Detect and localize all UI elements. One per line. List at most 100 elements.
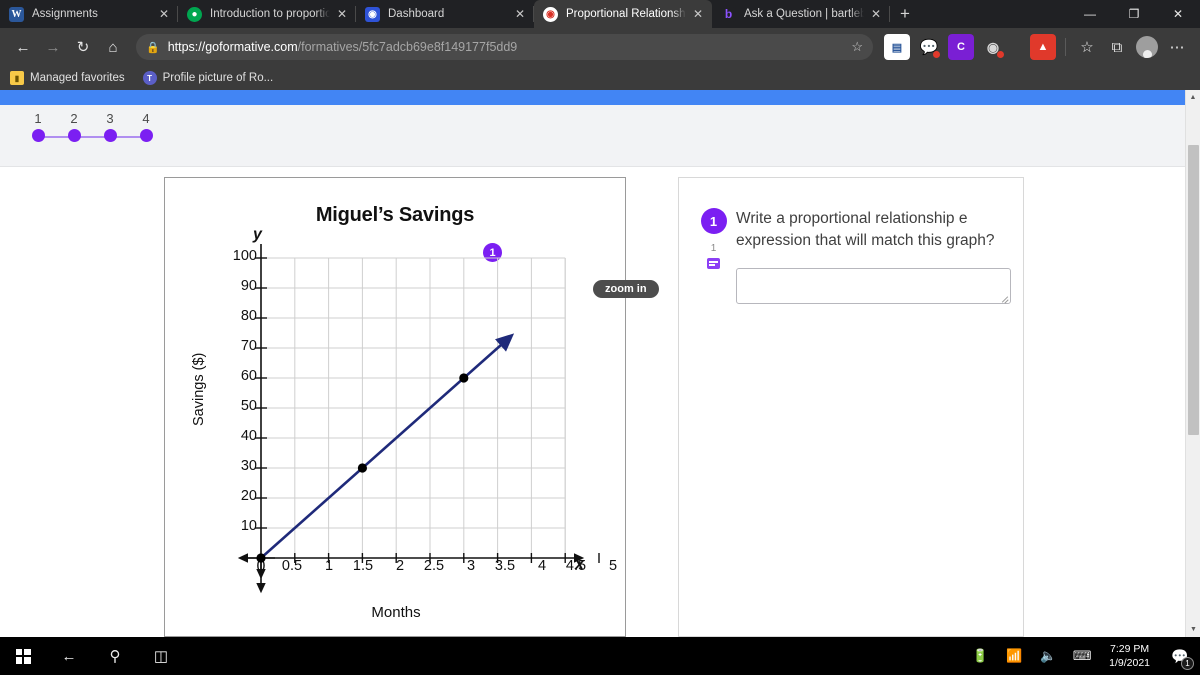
clock-time: 7:29 PM — [1110, 642, 1150, 655]
pagination-connector — [38, 135, 146, 138]
chart-svg — [237, 244, 600, 594]
teams-icon: T — [142, 71, 157, 85]
collections-icon[interactable]: ⧉ — [1102, 32, 1132, 62]
volume-icon[interactable]: 🔈 — [1031, 637, 1065, 675]
data-point — [357, 463, 367, 473]
question-text: Write a proportional relationship e expr… — [736, 210, 995, 249]
pagination-dot-3[interactable] — [103, 129, 117, 142]
home-icon[interactable]: ⌂ — [98, 32, 128, 62]
question-number-badge: 1 — [700, 208, 727, 234]
word-icon: W — [9, 6, 24, 22]
close-icon[interactable]: ✕ — [868, 6, 884, 22]
wifi-icon[interactable]: 📶 — [997, 637, 1031, 675]
toolbar-divider — [1065, 38, 1066, 56]
notification-dot — [997, 51, 1004, 58]
favorite-label: Profile picture of Ro... — [162, 72, 274, 84]
scroll-down-icon[interactable]: ▼ — [1186, 622, 1200, 637]
notification-dot — [933, 51, 940, 58]
page-scrollbar[interactable]: ▲ ▼ — [1185, 90, 1200, 637]
pagination-dots — [20, 129, 1185, 142]
back-icon[interactable]: ← — [8, 32, 38, 62]
c-extension-icon[interactable]: C — [948, 34, 974, 60]
comment-icon[interactable] — [707, 258, 720, 269]
settings-menu-icon[interactable]: ⋯ — [1162, 32, 1192, 62]
scroll-up-icon[interactable]: ▲ — [1186, 90, 1200, 105]
keyboard-icon[interactable]: ⌨ — [1065, 637, 1099, 675]
office-extension-icon[interactable]: ▤ — [884, 34, 910, 60]
tab-label: Dashboard — [388, 8, 445, 20]
browser-window: W Assignments ✕ ● Introduction to propor… — [0, 0, 1200, 675]
minimize-button[interactable]: — — [1068, 0, 1112, 28]
series-line — [260, 333, 515, 559]
scrollbar-thumb[interactable] — [1188, 145, 1199, 435]
tab-label: Ask a Question | bartleby — [744, 8, 864, 20]
bartleby-icon: b — [721, 6, 736, 22]
question-card: 1 1 Write a proportional relationship e … — [679, 177, 1024, 637]
close-icon[interactable]: ✕ — [512, 6, 528, 22]
graph-card: Miguel’s Savings 1 y x Savings ($) Month… — [164, 177, 626, 637]
favorites-bar: ▮ Managed favorites T Profile picture of… — [0, 66, 1200, 90]
pagination-dot-2[interactable] — [67, 129, 81, 142]
pagination-dot-1[interactable] — [31, 129, 45, 142]
tab-assignments[interactable]: W Assignments ✕ — [0, 0, 178, 28]
search-icon[interactable]: ⚲ — [92, 637, 138, 675]
favorite-managed-favorites[interactable]: ▮ Managed favorites — [10, 71, 125, 85]
data-point — [256, 553, 266, 563]
tab-strip: W Assignments ✕ ● Introduction to propor… — [0, 0, 1200, 28]
resize-handle-icon[interactable] — [1000, 293, 1009, 302]
taskview-icon[interactable]: ◫ — [138, 637, 184, 675]
folder-icon: ▮ — [10, 71, 24, 85]
answer-textarea[interactable] — [736, 268, 1011, 304]
tab-label: Proportional Relationship Equa — [566, 8, 686, 20]
battery-icon[interactable]: 🔋 — [963, 637, 997, 675]
windows-taskbar: ← ⚲ ◫ 🔋 📶 🔈 ⌨ 7:29 PM 1/9/2021 💬 1 — [0, 637, 1200, 675]
page-number-3[interactable]: 3 — [92, 111, 128, 126]
adobe-acrobat-icon[interactable]: ▲ — [1030, 34, 1056, 60]
url-host: goformative.com — [205, 40, 298, 54]
tab-ask-a-question-bartleby[interactable]: b Ask a Question | bartleby ✕ — [712, 0, 890, 28]
page-number-1[interactable]: 1 — [20, 111, 56, 126]
extensions-row: ▤ 💬 C ◉ ▲ — [881, 34, 1059, 60]
tab-label: Assignments — [32, 8, 98, 20]
bookmark-star-icon[interactable]: ☆ — [851, 39, 863, 55]
tab-introduction-to-proportional[interactable]: ● Introduction to proportional re ✕ — [178, 0, 356, 28]
tab-dashboard[interactable]: ◉ Dashboard ✕ — [356, 0, 534, 28]
circle-extension-icon[interactable]: ◉ — [980, 34, 1006, 60]
tab-label: Introduction to proportional re — [210, 8, 330, 20]
site-header-bar — [0, 90, 1185, 105]
favorites-icon[interactable]: ☆ — [1072, 32, 1102, 62]
notifications-icon[interactable]: 💬 1 — [1160, 637, 1200, 675]
page-number-4[interactable]: 4 — [128, 111, 164, 126]
reload-icon[interactable]: ↻ — [68, 32, 98, 62]
close-icon[interactable]: ✕ — [156, 6, 172, 22]
avatar — [1136, 36, 1158, 58]
question-meta: 1 1 — [697, 208, 730, 636]
favorite-profile-picture[interactable]: T Profile picture of Ro... — [142, 71, 274, 85]
notification-badge: 1 — [1181, 657, 1194, 670]
bubble-extension-icon[interactable]: 💬 — [916, 34, 942, 60]
maximize-button[interactable]: ❐ — [1112, 0, 1156, 28]
blue-app-icon: ◉ — [365, 6, 380, 22]
close-icon[interactable]: ✕ — [690, 6, 706, 22]
tab-proportional-relationship-equations[interactable]: ◉ Proportional Relationship Equa ✕ — [534, 0, 712, 28]
clock-date: 1/9/2021 — [1109, 657, 1150, 669]
url-path: /formatives/5fc7adcb69e8f149177f5dd9 — [297, 40, 518, 54]
new-tab-button[interactable]: + — [890, 0, 920, 28]
lock-icon: 🔒 — [146, 41, 160, 54]
address-bar[interactable]: 🔒 https://goformative.com/formatives/5fc… — [136, 34, 873, 60]
zoom-in-tooltip: zoom in — [593, 280, 659, 298]
back-icon[interactable]: ← — [46, 637, 92, 675]
clock[interactable]: 7:29 PM 1/9/2021 — [1099, 642, 1160, 670]
window-controls: — ❐ ✕ — [1068, 0, 1200, 28]
formative-content: Miguel’s Savings 1 y x Savings ($) Month… — [0, 167, 1185, 637]
page-number-2[interactable]: 2 — [56, 111, 92, 126]
close-window-button[interactable]: ✕ — [1156, 0, 1200, 28]
pagination-dot-4[interactable] — [139, 129, 153, 142]
pagination-numbers: 1 2 3 4 — [20, 111, 1185, 126]
profile-icon[interactable] — [1132, 32, 1162, 62]
forward-icon[interactable]: → — [38, 32, 68, 62]
data-point — [459, 373, 469, 383]
close-icon[interactable]: ✕ — [334, 6, 350, 22]
formative-pagination: 1 2 3 4 — [0, 105, 1185, 167]
start-icon[interactable] — [0, 637, 46, 675]
